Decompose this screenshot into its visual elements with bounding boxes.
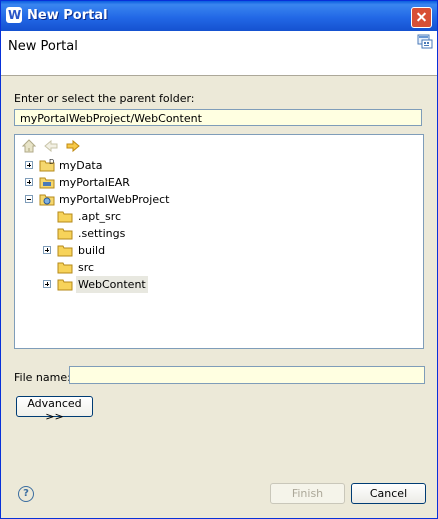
svg-text:D: D — [49, 158, 54, 166]
folder-icon — [57, 245, 73, 257]
tree-item-myportalwebproject[interactable]: myPortalWebProject — [15, 191, 215, 208]
folder-icon — [57, 279, 73, 291]
window-title: New Portal — [27, 8, 108, 23]
tree-item-settings[interactable]: .settings — [15, 225, 215, 242]
tree-item-build[interactable]: build — [15, 242, 215, 259]
folder-tree-panel: D myData myPortalEAR myPortalWebProject … — [14, 134, 424, 349]
tree-item-src[interactable]: src — [15, 259, 215, 276]
folder-icon — [57, 228, 73, 240]
tree-item-label: .settings — [78, 227, 126, 240]
tree-item-apt-src[interactable]: .apt_src — [15, 208, 215, 225]
tree-item-label: .apt_src — [78, 210, 122, 223]
portal-wizard-icon — [417, 34, 433, 49]
wizard-header: New Portal — [1, 31, 437, 76]
expand-toggle-icon[interactable] — [25, 161, 33, 169]
page-title: New Portal — [8, 39, 78, 54]
title-bar[interactable]: New Portal — [1, 1, 437, 31]
finish-button[interactable]: Finish — [270, 483, 345, 504]
web-project-icon — [39, 194, 55, 206]
advanced-button[interactable]: Advanced >> — [16, 396, 93, 423]
expand-toggle-icon[interactable] — [43, 280, 51, 288]
project-icon: D — [39, 158, 55, 172]
file-name-label: File name: — [14, 371, 71, 384]
back-arrow-icon[interactable] — [43, 138, 59, 154]
tree-item-label: build — [78, 244, 106, 257]
parent-folder-input[interactable]: myPortalWebProject/WebContent — [14, 109, 422, 126]
tree-item-label: myPortalEAR — [59, 176, 130, 189]
new-portal-dialog: New Portal New Portal Enter or select th… — [0, 0, 438, 519]
folder-icon — [57, 211, 73, 223]
tree-item-webcontent[interactable]: WebContent — [15, 276, 215, 293]
tree-item-label: myPortalWebProject — [59, 193, 170, 206]
tree-item-label: myData — [59, 159, 103, 172]
collapse-toggle-icon[interactable] — [25, 195, 33, 203]
folder-icon — [57, 262, 73, 274]
help-icon[interactable]: ? — [18, 486, 34, 502]
ear-project-icon — [39, 177, 55, 189]
file-name-input[interactable] — [69, 366, 425, 384]
tree-item-label: WebContent — [76, 276, 148, 293]
parent-folder-label: Enter or select the parent folder: — [14, 92, 195, 105]
expand-toggle-icon[interactable] — [43, 246, 51, 254]
tree-item-label: src — [78, 261, 95, 274]
close-icon[interactable] — [411, 7, 432, 28]
cancel-button[interactable]: Cancel — [351, 483, 426, 504]
expand-toggle-icon[interactable] — [25, 178, 33, 186]
websphere-app-icon — [6, 7, 22, 23]
tree-item-mydata[interactable]: D myData — [15, 157, 215, 174]
home-icon[interactable] — [21, 138, 37, 154]
forward-arrow-icon[interactable] — [65, 138, 81, 154]
tree-item-myportalear[interactable]: myPortalEAR — [15, 174, 215, 191]
